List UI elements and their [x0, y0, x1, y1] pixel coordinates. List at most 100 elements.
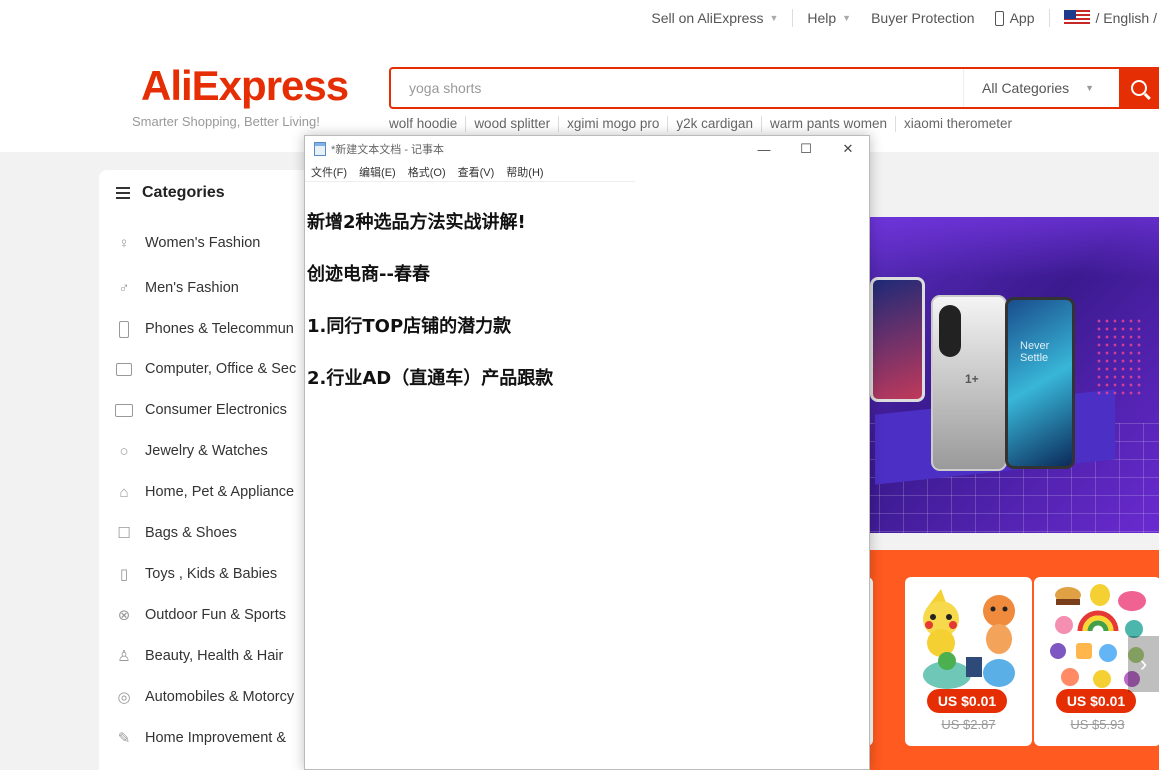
- category-item-bags-shoes[interactable]: ☐ Bags & Shoes: [114, 522, 237, 544]
- language-label: / English /: [1095, 10, 1157, 26]
- notepad-window[interactable]: *新建文本文档 - 记事本 — ☐ ✕ 文件(F) 编辑(E) 格式(O) 查看…: [304, 135, 870, 770]
- deal-price: US $0.01: [927, 689, 1007, 713]
- categories-title: Categories: [116, 184, 225, 202]
- language-selector[interactable]: / English /: [1054, 10, 1159, 26]
- ball-icon: ⊗: [117, 607, 131, 624]
- hot-search-link[interactable]: xgimi mogo pro: [558, 116, 667, 132]
- sell-on-aliexpress-link[interactable]: Sell on AliExpress ▼: [641, 10, 788, 26]
- category-label: Outdoor Fun & Sports: [145, 607, 287, 623]
- shirt-icon: ♂: [118, 279, 130, 297]
- minimize-icon: —: [757, 141, 771, 157]
- search-bar: yoga shorts All Categories ▼: [389, 67, 1159, 109]
- sell-label: Sell on AliExpress: [651, 10, 764, 26]
- menu-help[interactable]: 帮助(H): [500, 164, 549, 180]
- buyer-protection-link[interactable]: Buyer Protection: [861, 10, 985, 26]
- tool-icon: ✎: [117, 730, 131, 747]
- phone-image: 1+: [931, 295, 1007, 471]
- search-input[interactable]: yoga shorts: [409, 80, 481, 96]
- sofa-icon: ⌂: [119, 483, 129, 501]
- bottle-icon: ▯: [119, 566, 129, 583]
- phone-icon: [114, 320, 134, 338]
- category-label: Men's Fashion: [145, 280, 239, 296]
- category-item-outdoor[interactable]: ⊗ Outdoor Fun & Sports: [114, 604, 286, 626]
- promo-banner[interactable]: 1+ Never Settle: [855, 217, 1159, 533]
- categories-panel: Categories ♀ Women's Fashion ♂ Men's Fas…: [99, 170, 309, 770]
- help-link[interactable]: Help ▼: [797, 10, 861, 26]
- category-item-toys[interactable]: ▯ Toys , Kids & Babies: [114, 563, 277, 585]
- menu-file[interactable]: 文件(F): [305, 164, 353, 180]
- chevron-down-icon: ▼: [842, 13, 852, 23]
- category-label: Women's Fashion: [145, 235, 261, 251]
- category-item-home-improvement[interactable]: ✎ Home Improvement &: [114, 727, 286, 749]
- notepad-line: 创迹电商--春春: [307, 264, 430, 285]
- search-button[interactable]: [1119, 67, 1159, 109]
- deals-section: US $0.01 US $2.87 US $0.01 US $5.93: [855, 550, 1159, 770]
- category-item-beauty[interactable]: ♙ Beauty, Health & Hair: [114, 645, 283, 667]
- category-label: Bags & Shoes: [145, 525, 237, 541]
- category-item-phones[interactable]: Phones & Telecommun: [114, 318, 294, 340]
- original-price: US $5.93: [1070, 717, 1125, 732]
- category-item-consumer-electronics[interactable]: Consumer Electronics: [114, 399, 287, 421]
- notepad-text-area[interactable]: 新增2种选品方法实战讲解! 创迹电商--春春 1.同行TOP店铺的潜力款 2.行…: [307, 208, 553, 416]
- pokemon-toys-image: [923, 589, 1015, 689]
- hot-search-link[interactable]: wolf hoodie: [389, 116, 465, 132]
- product-card[interactable]: US $0.01 US $2.87: [905, 577, 1032, 746]
- category-label: Phones & Telecommun: [145, 321, 294, 337]
- help-label: Help: [807, 10, 837, 26]
- phone-slogan: Never Settle: [1020, 340, 1049, 364]
- search-icon: [1131, 80, 1147, 96]
- category-item-computer[interactable]: Computer, Office & Sec: [114, 358, 296, 380]
- top-bar: Sell on AliExpress ▼ Help ▼ Buyer Protec…: [0, 0, 1159, 36]
- hot-searches: wolf hoodie wood splitter xgimi mogo pro…: [389, 116, 1020, 132]
- lipstick-icon: ♙: [117, 648, 131, 665]
- phone-image: Never Settle: [1005, 297, 1075, 469]
- ring-icon: ○: [119, 442, 129, 460]
- chevron-down-icon: ▼: [1085, 83, 1095, 93]
- categories-heading: Categories: [142, 184, 225, 201]
- menu-format[interactable]: 格式(O): [402, 164, 452, 180]
- menu-icon: [116, 187, 130, 199]
- banner-dots: [1095, 317, 1145, 397]
- phone-image: [870, 277, 925, 402]
- deal-price: US $0.01: [1056, 689, 1136, 713]
- mobile-phone-icon: [994, 10, 1004, 26]
- category-select[interactable]: All Categories ▼: [963, 69, 1121, 107]
- category-label: Home, Pet & Appliance: [145, 484, 295, 500]
- camera-module: [939, 305, 961, 357]
- hot-search-link[interactable]: y2k cardigan: [667, 116, 761, 132]
- aliexpress-logo[interactable]: AliExpress: [141, 62, 349, 110]
- notepad-title: *新建文本文档 - 记事本: [331, 144, 445, 156]
- close-button[interactable]: ✕: [827, 136, 869, 162]
- app-label: App: [1009, 10, 1035, 26]
- notepad-line: 1.同行TOP店铺的潜力款: [307, 316, 512, 337]
- app-link[interactable]: App: [985, 10, 1045, 26]
- category-item-home-pet[interactable]: ⌂ Home, Pet & Appliance: [114, 481, 294, 503]
- menu-edit[interactable]: 编辑(E): [353, 164, 402, 180]
- wheel-icon: ◎: [117, 689, 131, 706]
- category-label: Toys , Kids & Babies: [145, 566, 278, 582]
- hot-search-link[interactable]: wood splitter: [465, 116, 558, 132]
- chevron-right-icon: ›: [1139, 651, 1148, 676]
- phone-slogan-line: Settle: [1020, 352, 1049, 364]
- category-label: Automobiles & Motorcy: [145, 689, 295, 705]
- buyer-protection-label: Buyer Protection: [871, 10, 975, 26]
- hot-search-link[interactable]: warm pants women: [760, 116, 895, 132]
- carousel-next-button[interactable]: ›: [1128, 636, 1159, 692]
- phone-logo: 1+: [965, 372, 979, 386]
- us-flag-icon: [1063, 10, 1090, 26]
- phone-slogan-line: Never: [1020, 340, 1050, 352]
- dress-icon: ♀: [118, 234, 130, 252]
- category-item-mens-fashion[interactable]: ♂ Men's Fashion: [114, 277, 239, 299]
- maximize-icon: ☐: [800, 141, 812, 156]
- category-item-automobiles[interactable]: ◎ Automobiles & Motorcy: [114, 686, 294, 708]
- maximize-button[interactable]: ☐: [785, 136, 827, 162]
- chevron-down-icon: ▼: [769, 13, 779, 23]
- category-label: Computer, Office & Sec: [145, 361, 297, 377]
- minimize-button[interactable]: —: [743, 136, 785, 162]
- notepad-title-bar[interactable]: *新建文本文档 - 记事本 — ☐ ✕: [305, 136, 869, 162]
- menu-view[interactable]: 查看(V): [452, 164, 501, 180]
- category-item-womens-fashion[interactable]: ♀ Women's Fashion: [114, 232, 260, 254]
- hot-search-link[interactable]: xiaomi therometer: [895, 116, 1020, 132]
- slogan: Smarter Shopping, Better Living!: [132, 114, 320, 129]
- category-item-jewelry[interactable]: ○ Jewelry & Watches: [114, 440, 267, 462]
